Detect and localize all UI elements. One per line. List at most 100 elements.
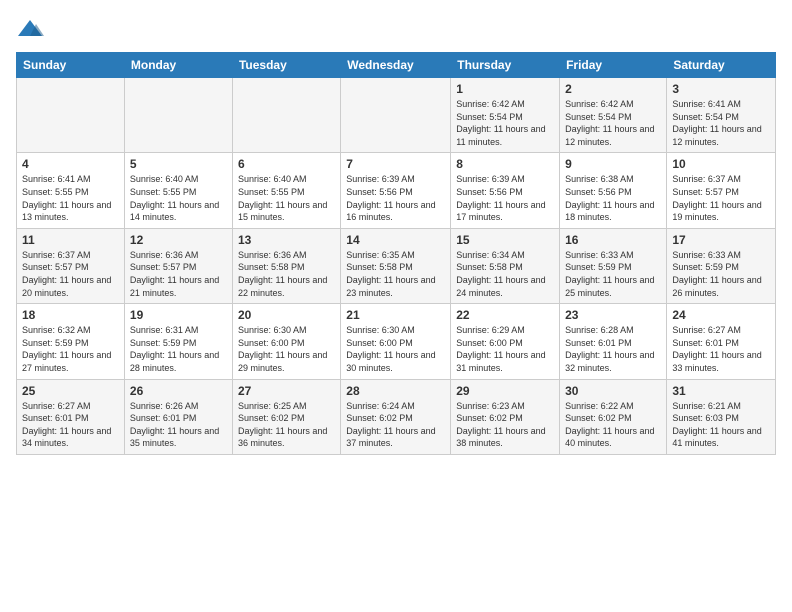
- day-number: 12: [130, 233, 227, 247]
- calendar-cell: 20Sunrise: 6:30 AM Sunset: 6:00 PM Dayli…: [232, 304, 340, 379]
- calendar-cell: 6Sunrise: 6:40 AM Sunset: 5:55 PM Daylig…: [232, 153, 340, 228]
- calendar-cell: 5 Sunrise: 6:40 AM Sunset: 5:55 PM Daylig…: [124, 153, 232, 228]
- day-number: 4: [22, 157, 119, 171]
- day-number: 21: [346, 308, 445, 322]
- calendar-cell: 26 Sunrise: 6:26 AM Sunset: 6:01 PM Dayli…: [124, 379, 232, 454]
- calendar-header: [16, 16, 776, 44]
- day-number: 3: [672, 82, 770, 96]
- day-number: 2: [565, 82, 661, 96]
- day-number: 30: [565, 384, 661, 398]
- calendar-cell: 16 Sunrise: 6:33 AM Sunset: 5:59 PM Dayli…: [560, 228, 667, 303]
- calendar-cell: [232, 78, 340, 153]
- day-number: 8: [456, 157, 554, 171]
- day-number: 23: [565, 308, 661, 322]
- calendar-week-row: 4 Sunrise: 6:41 AM Sunset: 5:55 PM Daylig…: [17, 153, 776, 228]
- calendar-cell: 30 Sunrise: 6:22 AM Sunset: 6:02 PM Dayli…: [560, 379, 667, 454]
- calendar-cell: [17, 78, 125, 153]
- logo: [16, 16, 48, 44]
- calendar-cell: 21 Sunrise: 6:30 AM Sunset: 6:00 PM Dayli…: [341, 304, 451, 379]
- calendar-cell: 29 Sunrise: 6:23 AM Sunset: 6:02 PM Dayli…: [451, 379, 560, 454]
- day-info: Sunrise: 6:28 AM Sunset: 6:01 PM Dayligh…: [565, 324, 661, 374]
- calendar-cell: 24 Sunrise: 6:27 AM Sunset: 6:01 PM Dayli…: [667, 304, 776, 379]
- day-number: 26: [130, 384, 227, 398]
- day-info: Sunrise: 6:41 AM Sunset: 5:54 PM Dayligh…: [672, 98, 770, 148]
- day-number: 29: [456, 384, 554, 398]
- day-info: Sunrise: 6:40 AM Sunset: 5:55 PM Dayligh…: [130, 173, 227, 223]
- day-info: Sunrise: 6:31 AM Sunset: 5:59 PM Dayligh…: [130, 324, 227, 374]
- day-number: 13: [238, 233, 335, 247]
- weekday-header-wednesday: Wednesday: [341, 53, 451, 78]
- calendar-week-row: 11Sunrise: 6:37 AM Sunset: 5:57 PM Dayli…: [17, 228, 776, 303]
- weekday-header-row: SundayMondayTuesdayWednesdayThursdayFrid…: [17, 53, 776, 78]
- day-number: 15: [456, 233, 554, 247]
- day-info: Sunrise: 6:24 AM Sunset: 6:02 PM Dayligh…: [346, 400, 445, 450]
- day-info: Sunrise: 6:42 AM Sunset: 5:54 PM Dayligh…: [565, 98, 661, 148]
- day-info: Sunrise: 6:41 AM Sunset: 5:55 PM Dayligh…: [22, 173, 119, 223]
- weekday-header-saturday: Saturday: [667, 53, 776, 78]
- calendar-cell: 12Sunrise: 6:36 AM Sunset: 5:57 PM Dayli…: [124, 228, 232, 303]
- calendar-cell: [341, 78, 451, 153]
- day-number: 17: [672, 233, 770, 247]
- calendar-cell: 31 Sunrise: 6:21 AM Sunset: 6:03 PM Dayli…: [667, 379, 776, 454]
- day-number: 5: [130, 157, 227, 171]
- day-number: 27: [238, 384, 335, 398]
- calendar-week-row: 18Sunrise: 6:32 AM Sunset: 5:59 PM Dayli…: [17, 304, 776, 379]
- calendar-cell: 3 Sunrise: 6:41 AM Sunset: 5:54 PM Daylig…: [667, 78, 776, 153]
- day-number: 16: [565, 233, 661, 247]
- calendar-cell: 9Sunrise: 6:38 AM Sunset: 5:56 PM Daylig…: [560, 153, 667, 228]
- day-info: Sunrise: 6:39 AM Sunset: 5:56 PM Dayligh…: [456, 173, 554, 223]
- day-info: Sunrise: 6:37 AM Sunset: 5:57 PM Dayligh…: [672, 173, 770, 223]
- day-info: Sunrise: 6:38 AM Sunset: 5:56 PM Dayligh…: [565, 173, 661, 223]
- day-info: Sunrise: 6:27 AM Sunset: 6:01 PM Dayligh…: [672, 324, 770, 374]
- day-info: Sunrise: 6:22 AM Sunset: 6:02 PM Dayligh…: [565, 400, 661, 450]
- calendar-cell: 17 Sunrise: 6:33 AM Sunset: 5:59 PM Dayli…: [667, 228, 776, 303]
- day-number: 25: [22, 384, 119, 398]
- calendar-cell: 7 Sunrise: 6:39 AM Sunset: 5:56 PM Daylig…: [341, 153, 451, 228]
- day-info: Sunrise: 6:36 AM Sunset: 5:58 PM Dayligh…: [238, 249, 335, 299]
- day-info: Sunrise: 6:33 AM Sunset: 5:59 PM Dayligh…: [672, 249, 770, 299]
- day-info: Sunrise: 6:34 AM Sunset: 5:58 PM Dayligh…: [456, 249, 554, 299]
- day-info: Sunrise: 6:35 AM Sunset: 5:58 PM Dayligh…: [346, 249, 445, 299]
- calendar-week-row: 25 Sunrise: 6:27 AM Sunset: 6:01 PM Dayli…: [17, 379, 776, 454]
- calendar-cell: 18Sunrise: 6:32 AM Sunset: 5:59 PM Dayli…: [17, 304, 125, 379]
- day-info: Sunrise: 6:39 AM Sunset: 5:56 PM Dayligh…: [346, 173, 445, 223]
- calendar-cell: 27 Sunrise: 6:25 AM Sunset: 6:02 PM Dayli…: [232, 379, 340, 454]
- day-number: 31: [672, 384, 770, 398]
- day-info: Sunrise: 6:27 AM Sunset: 6:01 PM Dayligh…: [22, 400, 119, 450]
- day-info: Sunrise: 6:30 AM Sunset: 6:00 PM Dayligh…: [346, 324, 445, 374]
- day-number: 1: [456, 82, 554, 96]
- day-info: Sunrise: 6:32 AM Sunset: 5:59 PM Dayligh…: [22, 324, 119, 374]
- weekday-header-monday: Monday: [124, 53, 232, 78]
- calendar-cell: 25 Sunrise: 6:27 AM Sunset: 6:01 PM Dayli…: [17, 379, 125, 454]
- calendar-table: SundayMondayTuesdayWednesdayThursdayFrid…: [16, 52, 776, 455]
- day-info: Sunrise: 6:30 AM Sunset: 6:00 PM Dayligh…: [238, 324, 335, 374]
- day-info: Sunrise: 6:21 AM Sunset: 6:03 PM Dayligh…: [672, 400, 770, 450]
- calendar-cell: 1 Sunrise: 6:42 AM Sunset: 5:54 PM Daylig…: [451, 78, 560, 153]
- day-info: Sunrise: 6:37 AM Sunset: 5:57 PM Dayligh…: [22, 249, 119, 299]
- weekday-header-friday: Friday: [560, 53, 667, 78]
- calendar-cell: 11Sunrise: 6:37 AM Sunset: 5:57 PM Dayli…: [17, 228, 125, 303]
- day-number: 19: [130, 308, 227, 322]
- calendar-cell: 4 Sunrise: 6:41 AM Sunset: 5:55 PM Daylig…: [17, 153, 125, 228]
- day-info: Sunrise: 6:25 AM Sunset: 6:02 PM Dayligh…: [238, 400, 335, 450]
- weekday-header-sunday: Sunday: [17, 53, 125, 78]
- calendar-cell: 13 Sunrise: 6:36 AM Sunset: 5:58 PM Dayli…: [232, 228, 340, 303]
- day-info: Sunrise: 6:42 AM Sunset: 5:54 PM Dayligh…: [456, 98, 554, 148]
- day-number: 22: [456, 308, 554, 322]
- day-number: 24: [672, 308, 770, 322]
- day-info: Sunrise: 6:29 AM Sunset: 6:00 PM Dayligh…: [456, 324, 554, 374]
- calendar-week-row: 1 Sunrise: 6:42 AM Sunset: 5:54 PM Daylig…: [17, 78, 776, 153]
- day-info: Sunrise: 6:33 AM Sunset: 5:59 PM Dayligh…: [565, 249, 661, 299]
- logo-icon: [16, 16, 44, 44]
- calendar-cell: [124, 78, 232, 153]
- day-number: 7: [346, 157, 445, 171]
- calendar-cell: 19 Sunrise: 6:31 AM Sunset: 5:59 PM Dayli…: [124, 304, 232, 379]
- day-info: Sunrise: 6:26 AM Sunset: 6:01 PM Dayligh…: [130, 400, 227, 450]
- calendar-cell: 15 Sunrise: 6:34 AM Sunset: 5:58 PM Dayli…: [451, 228, 560, 303]
- calendar-cell: 8 Sunrise: 6:39 AM Sunset: 5:56 PM Daylig…: [451, 153, 560, 228]
- weekday-header-thursday: Thursday: [451, 53, 560, 78]
- calendar-cell: 22 Sunrise: 6:29 AM Sunset: 6:00 PM Dayli…: [451, 304, 560, 379]
- calendar-cell: 2 Sunrise: 6:42 AM Sunset: 5:54 PM Daylig…: [560, 78, 667, 153]
- calendar-cell: 28Sunrise: 6:24 AM Sunset: 6:02 PM Dayli…: [341, 379, 451, 454]
- day-info: Sunrise: 6:23 AM Sunset: 6:02 PM Dayligh…: [456, 400, 554, 450]
